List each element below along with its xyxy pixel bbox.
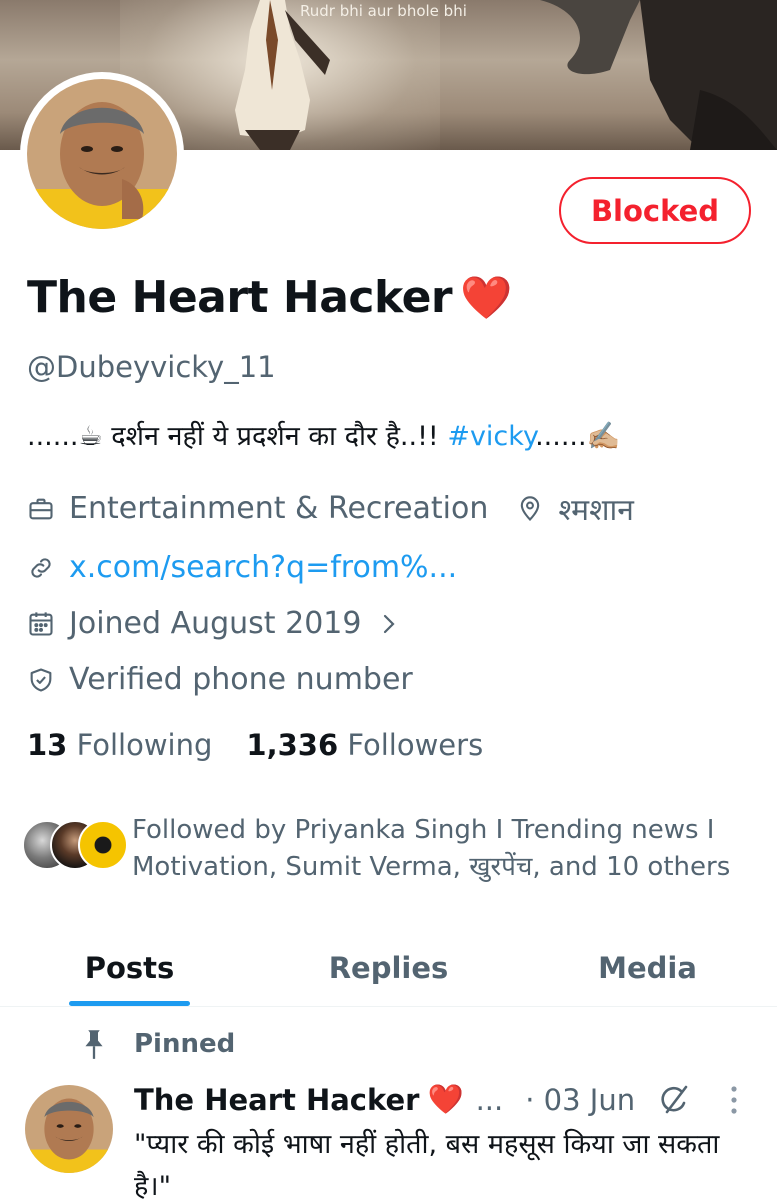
calendar-icon (29, 611, 53, 636)
profile-verified-text: Verified phone number (69, 662, 413, 697)
more-icon[interactable] (729, 1085, 739, 1115)
chevron-right-icon (384, 614, 396, 633)
tab-posts[interactable]: Posts (0, 930, 259, 1006)
bio-text: ......☕ दर्शन नहीं ये प्रदर्शन का दौर है… (27, 421, 448, 452)
blocked-button[interactable]: Blocked (559, 177, 751, 244)
tweet-header: The Heart Hacker ❤️ ... · 03 Jun (134, 1082, 754, 1117)
tab-label: Posts (84, 951, 175, 985)
banner-dancer-figure (235, 0, 330, 150)
pin-icon (85, 1030, 103, 1059)
avatar-image (27, 79, 177, 229)
tweet-author-name[interactable]: The Heart Hacker (134, 1083, 419, 1117)
profile-location: श्मशान (516, 488, 634, 529)
tab-replies[interactable]: Replies (259, 930, 518, 1006)
heart-emoji: ❤️ (460, 273, 512, 322)
follow-stats: 13 Following 1,336 Followers (27, 728, 483, 762)
profile-category: Entertainment & Recreation (69, 491, 489, 526)
active-tab-indicator (69, 1001, 190, 1006)
tab-media[interactable]: Media (518, 930, 777, 1006)
followers-link[interactable]: 1,336 Followers (246, 728, 483, 762)
tweet-author-ellipsis: ... (475, 1082, 504, 1117)
banner-hand-figure (540, 0, 777, 150)
followed-by-text: Followed by Priyanka Singh I Trending ne… (132, 815, 731, 882)
tweet-avatar[interactable] (25, 1085, 113, 1173)
profile-avatar[interactable] (20, 72, 184, 236)
banner-caption: Rudr bhi aur bhole bhi (300, 2, 467, 20)
link-icon (31, 557, 51, 578)
tab-label: Replies (328, 951, 449, 985)
profile-joined-text: Joined August 2019 (69, 606, 362, 641)
profile-verified-row: Verified phone number (27, 662, 413, 697)
tab-label: Media (598, 951, 697, 985)
followers-label: Followers (347, 728, 484, 762)
profile-name-text: The Heart Hacker (27, 272, 453, 323)
heart-emoji: ❤️ (427, 1082, 464, 1116)
briefcase-icon (29, 498, 53, 519)
tweet-date[interactable]: · 03 Jun (525, 1083, 635, 1117)
profile-category-row: Entertainment & Recreation श्मशान (27, 488, 634, 529)
verified-shield-icon (30, 667, 52, 692)
avatar-image (25, 1085, 113, 1173)
profile-joined-row[interactable]: Joined August 2019 (27, 606, 413, 641)
grok-icon[interactable] (657, 1083, 691, 1117)
following-link[interactable]: 13 Following (27, 728, 212, 762)
profile-name: The Heart Hacker ❤️ (27, 272, 512, 323)
profile-bio: ......☕ दर्शन नहीं ये प्रदर्शन का दौर है… (27, 416, 620, 453)
profile-website-link[interactable]: x.com/search?q=from%... (69, 550, 457, 585)
profile-handle: @Dubeyvicky_11 (27, 350, 276, 384)
location-pin-icon (521, 495, 540, 521)
following-count: 13 (27, 728, 68, 762)
avatar (78, 820, 128, 870)
profile-tabs: Posts Replies Media (0, 930, 777, 1007)
following-label: Following (76, 728, 213, 762)
followers-count: 1,336 (246, 728, 339, 762)
followed-by[interactable]: Followed by Priyanka Singh I Trending ne… (22, 812, 742, 886)
tweet-text: "प्यार की कोई भाषा नहीं होती, बस महसूस क… (134, 1129, 720, 1199)
pinned-indicator: Pinned (80, 1028, 235, 1060)
profile-location-text: श्मशान (558, 493, 634, 528)
followed-by-avatars (22, 820, 128, 880)
profile-website-row: x.com/search?q=from%... (27, 550, 457, 585)
pinned-label: Pinned (134, 1029, 236, 1059)
bio-hashtag-link[interactable]: #vicky (447, 421, 535, 452)
bio-suffix: ......✍🏼 (535, 421, 621, 452)
